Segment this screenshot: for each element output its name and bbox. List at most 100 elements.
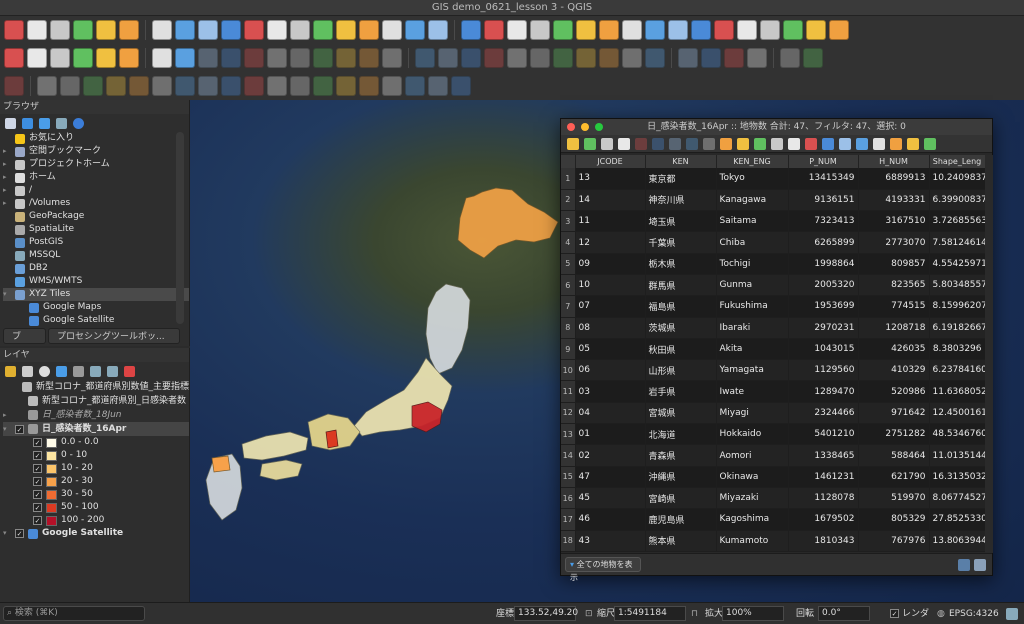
browser-item[interactable]: DB2 <box>3 262 189 275</box>
rotate-point-icon[interactable] <box>336 76 356 96</box>
zoom-window-button[interactable] <box>595 123 603 131</box>
add-layer-icon[interactable] <box>96 48 116 68</box>
zoom-full-icon[interactable] <box>244 20 264 40</box>
table-row[interactable]: 18 43 熊本県 Kumamoto 1810343 767976 13.8063944 <box>561 530 985 552</box>
add-icon[interactable] <box>5 117 16 129</box>
eye-icon[interactable] <box>39 365 50 377</box>
form-view-icon[interactable] <box>974 559 986 571</box>
field-calculator-icon[interactable] <box>890 137 902 150</box>
row-number[interactable]: 2 <box>561 189 576 212</box>
save-edits-icon[interactable] <box>175 48 195 68</box>
action-icon[interactable] <box>484 20 504 40</box>
lock-icon[interactable]: ⊓ <box>691 607 698 621</box>
legend-checkbox[interactable]: ✓ <box>33 451 42 460</box>
layer-item[interactable]: 新型コロナ_都道府県別_日感染者数 <box>3 394 189 408</box>
table-row[interactable]: 17 46 鹿児島県 Kagoshima 1679502 805329 27.8525330 <box>561 508 985 531</box>
tab-processing-toolbox[interactable]: プロセシングツールボッ... <box>48 328 180 344</box>
attribute-table-icon[interactable] <box>553 20 573 40</box>
legend-item[interactable]: ✓ 100 - 200 <box>3 514 189 527</box>
table-row[interactable]: 1402青森県Aomori133846558846411.01351441 <box>561 444 985 467</box>
open-project-icon[interactable] <box>27 20 47 40</box>
add-group-icon[interactable] <box>22 365 33 377</box>
sum-icon[interactable] <box>622 20 642 40</box>
reshape-icon[interactable] <box>198 76 218 96</box>
paste-icon[interactable] <box>703 137 715 150</box>
new-map-view-icon[interactable] <box>382 20 402 40</box>
layer-visibility-checkbox[interactable]: ✓ <box>15 529 24 538</box>
crs-globe-icon[interactable]: ◍ <box>937 607 945 621</box>
simplify-icon[interactable] <box>60 76 80 96</box>
table-row[interactable]: 5 09 栃木県 Tochigi 1998864 809857 4.55425971 <box>561 253 985 275</box>
rotate-icon[interactable] <box>37 76 57 96</box>
advanced-digitize-icon[interactable] <box>382 76 402 96</box>
label-change-icon[interactable] <box>507 48 527 68</box>
pan-to-selection-icon[interactable] <box>822 137 834 150</box>
add-part-icon[interactable] <box>106 76 126 96</box>
delete-ring-icon[interactable] <box>152 76 172 96</box>
row-number[interactable]: 18 <box>561 530 576 552</box>
digitize-icon[interactable] <box>73 48 93 68</box>
gear-icon[interactable] <box>599 20 619 40</box>
chevron-down-icon[interactable]: ▾ <box>3 423 11 436</box>
save-as-icon[interactable] <box>783 20 803 40</box>
refresh-icon[interactable] <box>22 117 33 129</box>
browser-item[interactable]: PostGIS <box>3 236 189 249</box>
csv-icon[interactable] <box>747 48 767 68</box>
tips-icon[interactable] <box>668 20 688 40</box>
cut-icon[interactable] <box>669 137 681 150</box>
minimize-window-button[interactable] <box>581 123 589 131</box>
crs-label[interactable]: EPSG:4326 <box>949 607 999 621</box>
row-number[interactable]: 17 <box>561 508 576 531</box>
fill-ring-icon[interactable] <box>129 76 149 96</box>
advanced-digitize-icon[interactable] <box>4 76 24 96</box>
row-number[interactable]: 6 <box>561 274 576 297</box>
rotate-icon[interactable] <box>405 76 425 96</box>
row-number[interactable]: 9 <box>561 338 576 361</box>
locator-search-input[interactable]: ⌕ 検索 (⌘K) <box>3 606 145 621</box>
vertex-tool-icon[interactable] <box>244 48 264 68</box>
table-row[interactable]: 11 03 岩手県 Iwate 1289470 520986 11.6368052 <box>561 380 985 403</box>
table-row[interactable]: 3 11 埼玉県 Saitama 7323413 3167510 3.72685563 <box>561 210 985 233</box>
column-header[interactable]: Shape_Leng <box>929 155 985 168</box>
add-ring-icon[interactable] <box>451 76 471 96</box>
legend-item[interactable]: ✓ 0 - 10 <box>3 449 189 462</box>
browser-item[interactable]: ▸ 空間ブックマーク <box>3 145 189 158</box>
save-edits-icon[interactable] <box>601 137 613 150</box>
row-number[interactable]: 13 <box>561 423 576 446</box>
legend-checkbox[interactable]: ✓ <box>33 516 42 525</box>
pan-to-selection-icon[interactable] <box>175 20 195 40</box>
edit-pencil-icon[interactable] <box>152 48 172 68</box>
offset-curve-icon[interactable] <box>221 76 241 96</box>
save-as-icon[interactable] <box>73 20 93 40</box>
redo-icon[interactable] <box>382 48 402 68</box>
table-row[interactable]: 6 10 群馬県 Gunma 2005320 823565 5.80348557 <box>561 274 985 297</box>
add-ring-icon[interactable] <box>83 76 103 96</box>
browser-item[interactable]: ▾ XYZ Tiles <box>3 288 189 301</box>
rotation-field[interactable]: 0.0° <box>818 606 870 621</box>
legend-item[interactable]: ✓ 0.0 - 0.0 <box>3 436 189 449</box>
new-project-icon[interactable] <box>4 20 24 40</box>
add-feature-icon[interactable] <box>198 48 218 68</box>
row-number[interactable]: 8 <box>561 317 576 339</box>
split-icon[interactable] <box>244 76 264 96</box>
new-geopackage-icon[interactable] <box>27 48 47 68</box>
browser-item[interactable]: Google Maps <box>3 301 189 314</box>
dock-icon[interactable] <box>924 137 936 150</box>
expand-icon[interactable] <box>90 365 101 377</box>
layout-manager-icon[interactable] <box>119 20 139 40</box>
table-row[interactable]: 10 06 山形県 Yamagata 1129560 410329 6.23784160 <box>561 359 985 382</box>
chevron-right-icon[interactable]: ▸ <box>3 158 11 171</box>
table-row[interactable]: 9 05 秋田県 Akita 1043015 426035 8.3803296 <box>561 338 985 361</box>
label-move-icon[interactable] <box>461 48 481 68</box>
split-parts-icon[interactable] <box>267 76 287 96</box>
edit-pencil-icon[interactable] <box>780 48 800 68</box>
move-selection-top-icon[interactable] <box>788 137 800 150</box>
new-shapefile-icon[interactable] <box>678 48 698 68</box>
info-icon[interactable] <box>73 117 84 129</box>
legend-item[interactable]: ✓ 50 - 100 <box>3 501 189 514</box>
deselect-icon[interactable] <box>771 137 783 150</box>
new-3d-view-icon[interactable] <box>405 20 425 40</box>
render-checkbox[interactable]: ✓ <box>890 609 899 618</box>
delete-field-icon[interactable] <box>873 137 885 150</box>
undo-icon[interactable] <box>359 48 379 68</box>
